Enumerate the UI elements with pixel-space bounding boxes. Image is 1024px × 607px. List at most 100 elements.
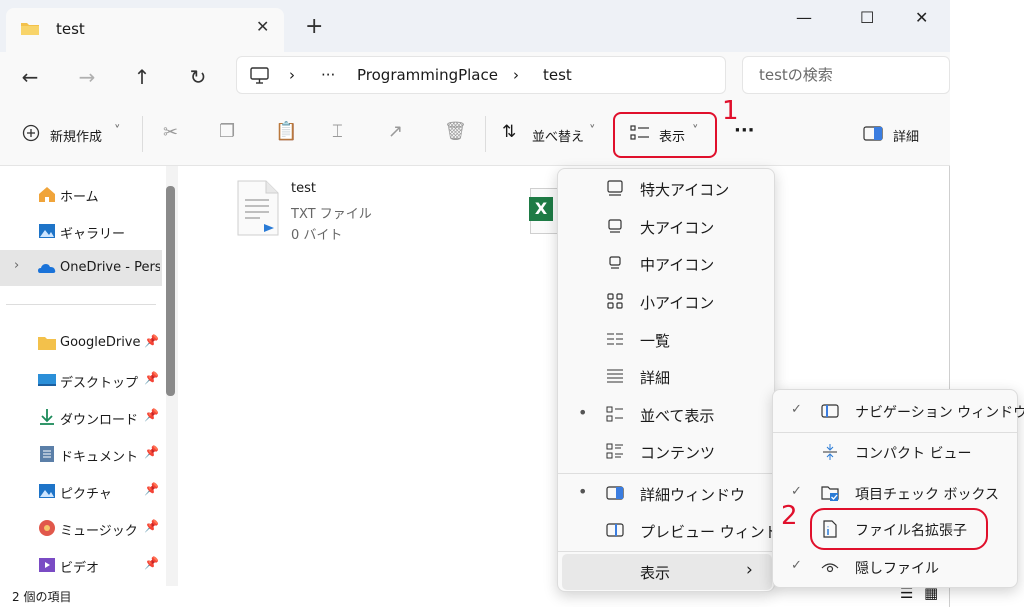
pin-icon[interactable]: 📌 — [144, 445, 159, 459]
sidebar-item-onedrive[interactable]: › OneDrive - Perso — [0, 250, 162, 286]
details-button[interactable]: 詳細 — [893, 126, 919, 145]
menu-divider — [773, 432, 1017, 433]
delete-icon[interactable]: 🗑 — [444, 121, 467, 142]
view-menu-item-tiles[interactable]: • 並べて表示 — [558, 397, 774, 433]
view-menu-item-show[interactable]: 表示 › — [562, 554, 772, 590]
tab-test[interactable]: test ✕ — [6, 8, 284, 52]
check-icon: ✓ — [791, 558, 802, 573]
sidebar-item-pictures[interactable]: ピクチャ 📌 — [0, 473, 162, 509]
chevron-down-icon: ˅ — [114, 124, 121, 139]
up-button[interactable]: ↑ — [127, 62, 157, 92]
sidebar-item-googledrive[interactable]: GoogleDrive 📌 — [0, 325, 162, 361]
cut-icon[interactable]: ✂ — [163, 122, 178, 143]
medium-icons-icon — [609, 256, 621, 269]
video-icon — [39, 558, 55, 572]
breadcrumb-programmingplace[interactable]: ProgrammingPlace — [357, 66, 498, 84]
command-bar: 新規作成 ˅ ✂ ❐ 📋 ⌶ ↗ 🗑 ⇅ 並べ替え ˅ 表示 ˅ ··· 詳細 — [0, 102, 950, 166]
item-count: 2 個の項目 — [12, 590, 72, 604]
view-menu-item-extra-large[interactable]: 特大アイコン — [558, 171, 774, 207]
view-menu-item-details-pane[interactable]: • 詳細ウィンドウ — [558, 476, 774, 512]
copy-icon[interactable]: ❐ — [219, 121, 235, 142]
view-menu-item-preview-pane[interactable]: プレビュー ウィンドウ — [558, 513, 795, 549]
breadcrumb-separator: › — [513, 66, 519, 84]
back-button[interactable]: ← — [15, 62, 45, 92]
view-menu-item-medium[interactable]: 中アイコン — [558, 246, 774, 282]
paste-icon[interactable]: 📋 — [275, 121, 297, 142]
sidebar-scrollbar-thumb[interactable] — [166, 186, 175, 396]
preview-pane-icon — [606, 523, 624, 537]
share-icon[interactable]: ↗ — [388, 121, 403, 142]
onedrive-icon — [38, 264, 56, 273]
close-window-button[interactable]: ✕ — [915, 8, 928, 27]
download-icon — [40, 409, 54, 425]
sidebar-item-music[interactable]: ミュージック 📌 — [0, 510, 162, 546]
show-item-compact-view[interactable]: コンパクト ビュー — [773, 435, 1017, 471]
breadcrumb-more[interactable]: ··· — [321, 66, 335, 84]
search-box[interactable] — [742, 56, 950, 94]
view-menu-item-large[interactable]: 大アイコン — [558, 209, 774, 245]
show-item-navigation-pane[interactable]: ✓ ナビゲーション ウィンドウ — [773, 394, 1024, 430]
pin-icon[interactable]: 📌 — [144, 556, 159, 570]
pin-icon[interactable]: 📌 — [144, 482, 159, 496]
show-item-checkboxes[interactable]: ✓ 項目チェック ボックス — [773, 476, 1017, 512]
details-pane-icon — [863, 126, 883, 141]
annotation-number-1: 1 — [722, 96, 739, 126]
show-item-hidden-files[interactable]: ✓ 隠しファイル — [773, 550, 1017, 586]
close-icon[interactable]: ✕ — [256, 17, 269, 36]
view-menu-item-list[interactable]: 一覧 — [558, 322, 774, 358]
sidebar-item-videos[interactable]: ビデオ 📌 — [0, 547, 162, 583]
show-submenu: ✓ ナビゲーション ウィンドウ コンパクト ビュー ✓ 項目チェック ボックス … — [772, 389, 1024, 588]
breadcrumb-test[interactable]: test — [543, 66, 572, 84]
sort-button[interactable]: 並べ替え — [532, 126, 584, 145]
excel-icon: X — [529, 197, 553, 221]
view-menu-item-details[interactable]: 詳細 — [558, 359, 774, 395]
search-input[interactable] — [759, 66, 939, 84]
checkbox-folder-icon — [821, 486, 839, 501]
desktop-icon — [38, 374, 56, 386]
divider — [6, 304, 156, 305]
pin-icon[interactable]: 📌 — [144, 371, 159, 385]
check-icon: ✓ — [791, 484, 802, 499]
details-list-icon — [607, 369, 623, 383]
selected-bullet-icon: • — [578, 403, 588, 422]
sidebar-item-downloads[interactable]: ダウンロード 📌 — [0, 399, 162, 435]
list-icon — [607, 333, 623, 345]
large-icons-icon — [608, 219, 622, 233]
annotation-number-2: 2 — [781, 501, 798, 531]
sidebar-item-home[interactable]: ホーム — [0, 176, 162, 212]
minimize-button[interactable]: — — [796, 8, 812, 27]
new-button[interactable]: 新規作成 — [50, 126, 102, 145]
forward-button[interactable]: → — [72, 62, 102, 92]
view-menu-item-small[interactable]: 小アイコン — [558, 284, 774, 320]
pictures-icon — [39, 484, 55, 498]
details-pane-icon — [606, 486, 624, 500]
tiles-icon — [606, 406, 623, 422]
eye-icon — [821, 563, 839, 573]
gallery-icon — [39, 224, 55, 238]
status-bar: 2 個の項目 ☰ ▦ — [0, 584, 950, 607]
address-bar[interactable]: › ··· ProgrammingPlace › test — [236, 56, 726, 94]
sidebar-item-desktop[interactable]: デスクトップ 📌 — [0, 362, 162, 398]
pin-icon[interactable]: 📌 — [144, 519, 159, 533]
pin-icon[interactable]: 📌 — [144, 334, 159, 348]
chevron-down-icon: ˅ — [589, 124, 596, 139]
maximize-button[interactable]: ☐ — [860, 8, 874, 27]
annotation-box-1 — [613, 112, 717, 158]
sort-icon: ⇅ — [502, 122, 517, 142]
view-menu-item-content[interactable]: コンテンツ — [558, 434, 774, 470]
view-menu: 特大アイコン 大アイコン 中アイコン 小アイコン 一覧 詳細 • 並べて表示 コ… — [557, 168, 795, 592]
file-type: TXT ファイル — [291, 207, 372, 222]
folder-icon — [38, 337, 56, 350]
pin-icon[interactable]: 📌 — [144, 408, 159, 422]
refresh-button[interactable]: ↻ — [183, 62, 213, 92]
text-file-icon — [237, 180, 279, 236]
sidebar-item-documents[interactable]: ドキュメント 📌 — [0, 436, 162, 472]
sidebar-item-gallery[interactable]: ギャラリー — [0, 213, 162, 249]
menu-divider — [558, 551, 774, 552]
new-tab-button[interactable]: + — [305, 16, 323, 38]
new-icon — [22, 124, 40, 142]
rename-icon[interactable]: ⌶ — [332, 121, 343, 142]
chevron-right-icon[interactable]: › — [14, 258, 19, 273]
chevron-right-icon: › — [746, 560, 753, 580]
file-name: test — [291, 181, 316, 196]
